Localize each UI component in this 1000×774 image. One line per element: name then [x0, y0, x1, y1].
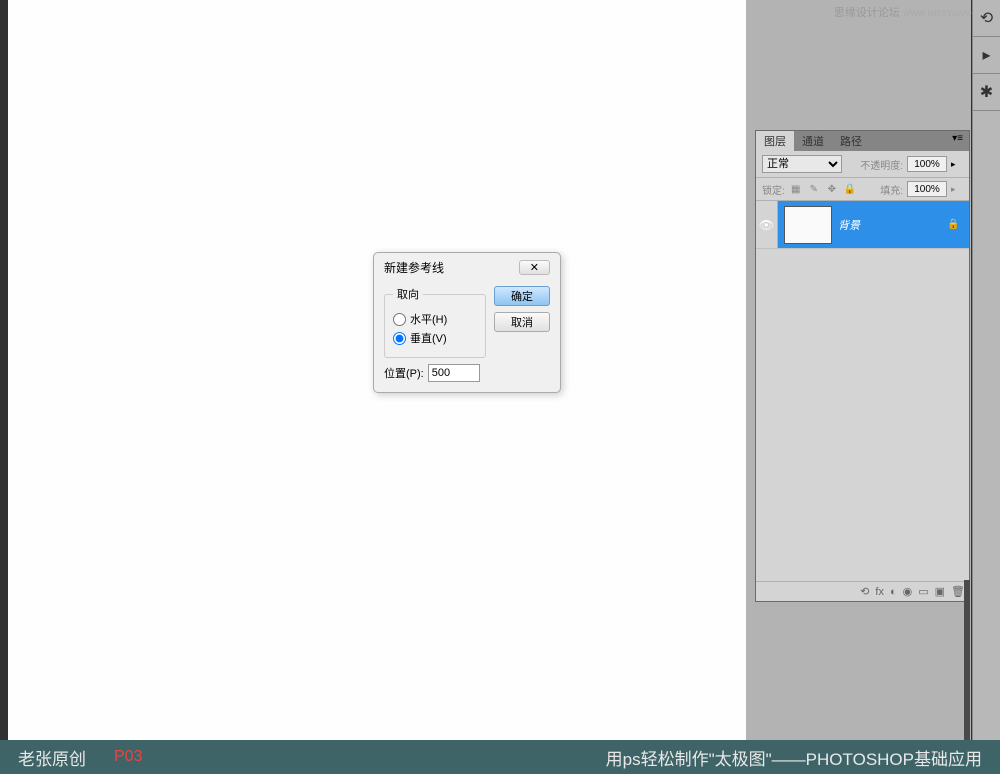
- adjustment-icon[interactable]: ◉: [903, 585, 913, 598]
- gear-icon[interactable]: ✱: [975, 80, 999, 104]
- new-layer-icon[interactable]: ▣: [935, 585, 945, 598]
- link-icon[interactable]: ⟲: [860, 585, 869, 598]
- layer-name[interactable]: 背景: [838, 217, 947, 233]
- tutorial-title: 用ps轻松制作"太极图"——PHOTOSHOP基础应用: [606, 745, 982, 770]
- layers-list: 👁 背景 🔒: [756, 201, 969, 581]
- panel-menu-icon[interactable]: ▾≡: [946, 131, 969, 151]
- divider: [973, 110, 1000, 111]
- opacity-label: 不透明度:: [860, 157, 903, 172]
- position-input[interactable]: [428, 364, 480, 382]
- chevron-down-icon[interactable]: ▸: [951, 159, 963, 170]
- dark-strip: [964, 580, 970, 740]
- radio-vertical-input[interactable]: [393, 332, 406, 345]
- watermark: 思缘设计论坛 WWW.MISSYUAN.COM: [834, 4, 990, 20]
- blend-mode-select[interactable]: 正常: [762, 155, 842, 173]
- dialog-body: 取向 水平(H) 垂直(V) 位置(P): 确定 取消: [374, 282, 560, 392]
- tab-paths[interactable]: 路径: [832, 131, 870, 151]
- new-guide-dialog: 新建参考线 ✕ 取向 水平(H) 垂直(V) 位置(P): 确定: [373, 252, 561, 393]
- lock-all-icon[interactable]: 🔒: [843, 182, 857, 196]
- cancel-button[interactable]: 取消: [494, 312, 550, 332]
- fill-label: 填充:: [880, 182, 903, 197]
- history-icon[interactable]: ⟲: [975, 6, 999, 30]
- eye-icon: 👁: [759, 218, 774, 232]
- blend-row: 正常 不透明度: ▸: [756, 151, 969, 178]
- panel-footer: ⟲ fx ◐ ◉ ▭ ▣ 🗑: [756, 581, 969, 601]
- close-button[interactable]: ✕: [519, 260, 550, 275]
- expand-icon[interactable]: ▸: [975, 43, 999, 67]
- orientation-legend: 取向: [393, 286, 423, 302]
- radio-horizontal-input[interactable]: [393, 313, 406, 326]
- layer-row-background[interactable]: 👁 背景 🔒: [756, 201, 969, 249]
- panel-tabs: 图层 通道 路径 ▾≡: [756, 131, 969, 151]
- divider: [973, 36, 1000, 37]
- tab-layers[interactable]: 图层: [756, 131, 794, 151]
- right-toolbar: ⟲ ▸ ✱: [972, 0, 1000, 740]
- radio-horizontal-label: 水平(H): [410, 311, 447, 327]
- orientation-fieldset: 取向 水平(H) 垂直(V): [384, 286, 486, 358]
- mask-icon[interactable]: ◐: [890, 586, 897, 598]
- layer-thumbnail[interactable]: [784, 206, 832, 244]
- opacity-input[interactable]: [907, 156, 947, 172]
- ok-button[interactable]: 确定: [494, 286, 550, 306]
- position-row: 位置(P):: [384, 364, 486, 382]
- fill-input[interactable]: [907, 181, 947, 197]
- trash-icon[interactable]: 🗑: [951, 585, 965, 598]
- fx-icon[interactable]: fx: [875, 586, 884, 598]
- bottom-bar: 老张原创 P03 用ps轻松制作"太极图"——PHOTOSHOP基础应用: [0, 740, 1000, 774]
- lock-icon: 🔒: [947, 219, 961, 230]
- radio-horizontal[interactable]: 水平(H): [393, 311, 477, 327]
- author-text: 老张原创: [18, 745, 86, 770]
- lock-label: 锁定:: [762, 182, 785, 197]
- radio-vertical-label: 垂直(V): [410, 330, 447, 346]
- divider: [973, 73, 1000, 74]
- folder-icon[interactable]: ▭: [918, 585, 928, 598]
- layers-panel: 图层 通道 路径 ▾≡ 正常 不透明度: ▸ 锁定: ▦ ✎ ✥ 🔒 填充: ▸…: [755, 130, 970, 602]
- dialog-left: 取向 水平(H) 垂直(V) 位置(P):: [384, 286, 486, 382]
- lock-transparency-icon[interactable]: ▦: [789, 182, 803, 196]
- lock-brush-icon[interactable]: ✎: [807, 182, 821, 196]
- tab-channels[interactable]: 通道: [794, 131, 832, 151]
- dialog-title-text: 新建参考线: [384, 259, 444, 276]
- lock-move-icon[interactable]: ✥: [825, 182, 839, 196]
- dialog-titlebar[interactable]: 新建参考线 ✕: [374, 253, 560, 282]
- watermark-text: 思缘设计论坛: [834, 7, 900, 19]
- visibility-toggle[interactable]: 👁: [756, 201, 778, 248]
- dialog-buttons: 确定 取消: [494, 286, 550, 382]
- page-number: P03: [114, 748, 142, 766]
- radio-vertical[interactable]: 垂直(V): [393, 330, 477, 346]
- chevron-down-icon[interactable]: ▸: [951, 184, 963, 195]
- lock-row: 锁定: ▦ ✎ ✥ 🔒 填充: ▸: [756, 178, 969, 201]
- position-label: 位置(P):: [384, 365, 424, 381]
